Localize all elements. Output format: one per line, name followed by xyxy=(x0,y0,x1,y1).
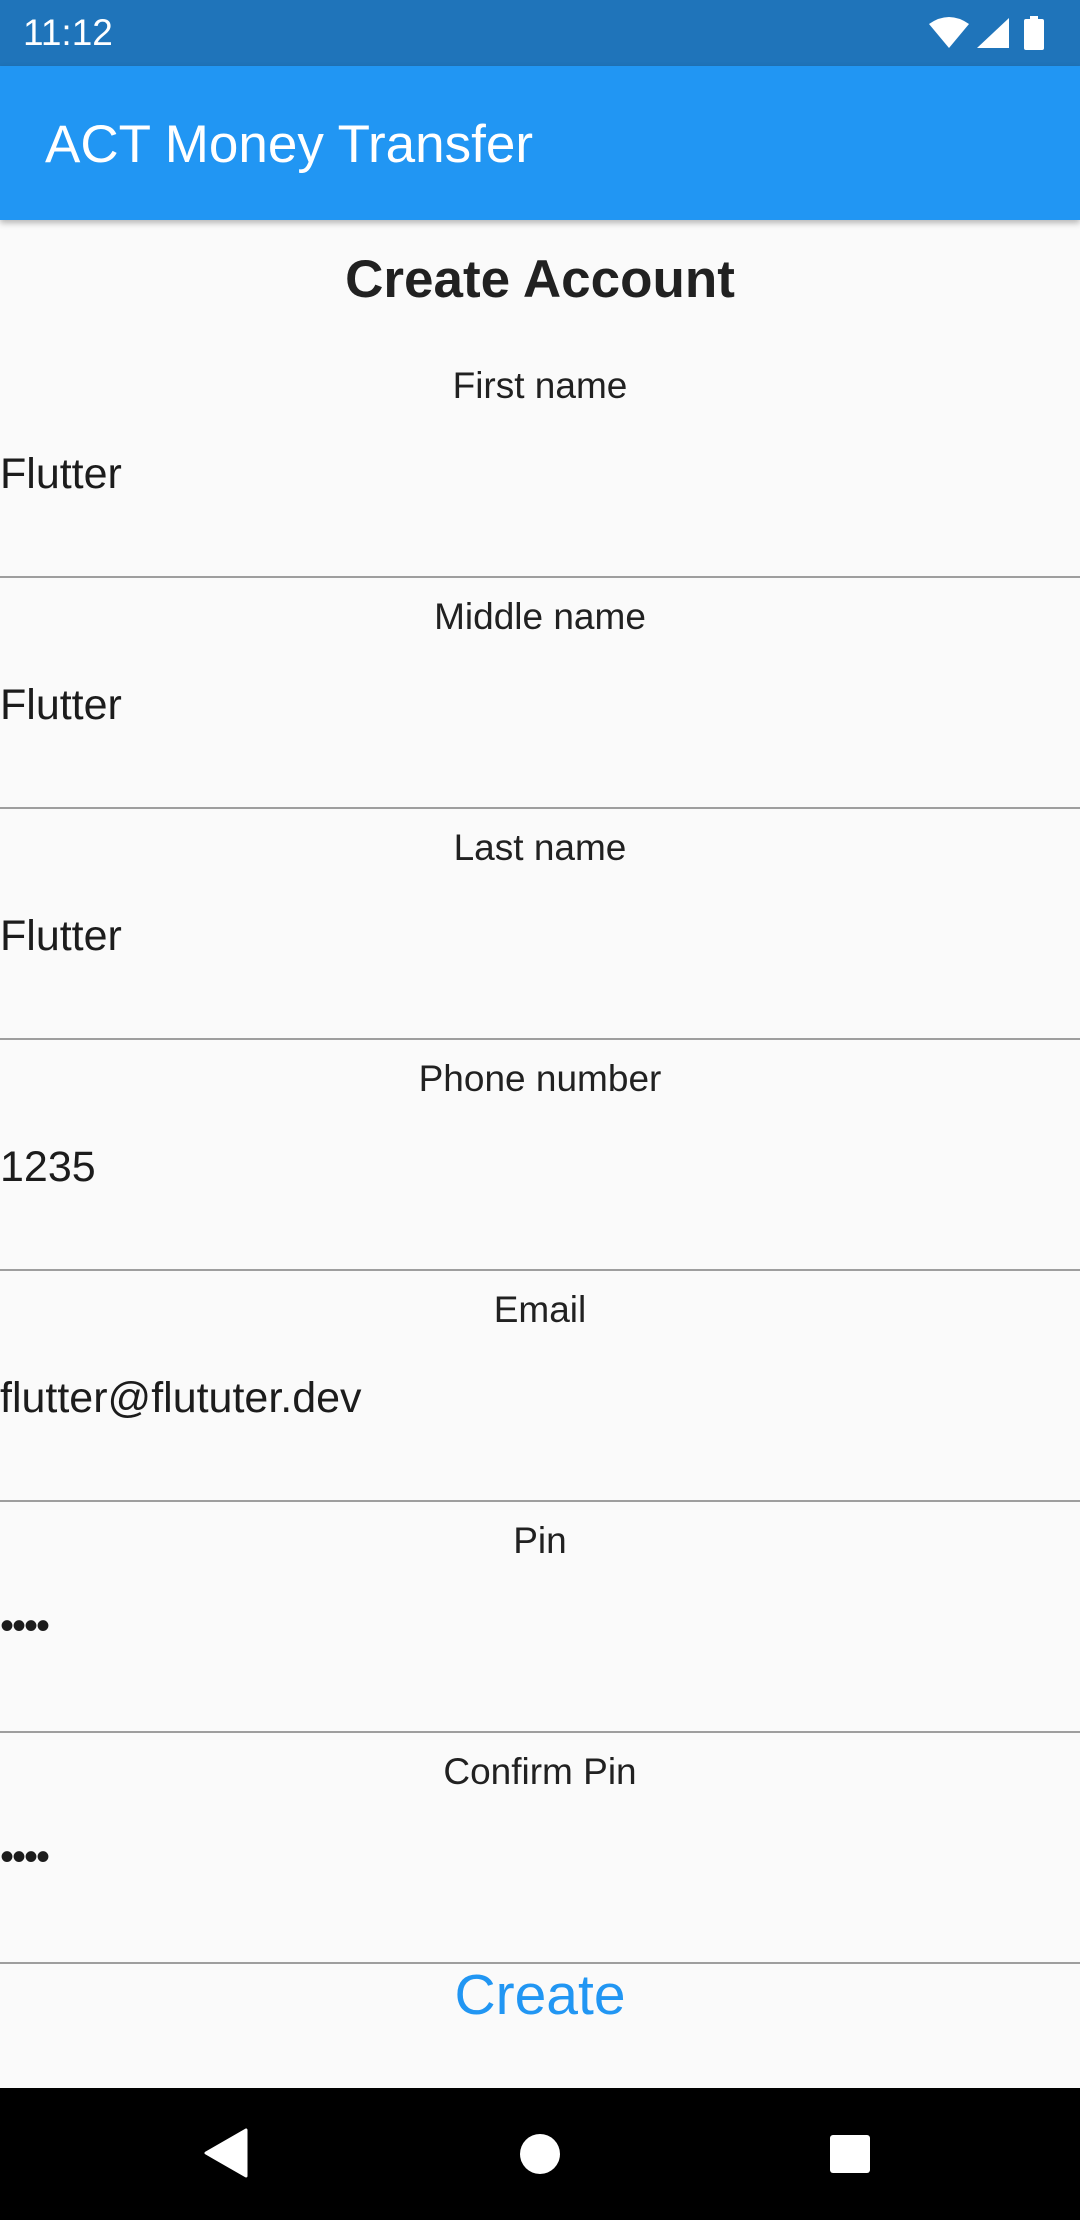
confirm-pin-label: Confirm Pin xyxy=(443,1751,637,1792)
app-title: ACT Money Transfer xyxy=(45,115,533,174)
battery-icon xyxy=(1024,16,1044,50)
cell-signal-icon xyxy=(976,17,1010,49)
wifi-icon xyxy=(928,17,970,49)
status-time: 11:12 xyxy=(23,12,113,53)
app-bar: ACT Money Transfer xyxy=(0,66,1080,220)
pin-field[interactable]: Pin •••• xyxy=(0,1502,1080,1733)
phone-number-input[interactable]: 1235 xyxy=(0,1141,1080,1193)
middle-name-field[interactable]: Middle name Flutter xyxy=(0,578,1080,809)
first-name-field[interactable]: First name Flutter xyxy=(0,347,1080,578)
phone-number-field[interactable]: Phone number 1235 xyxy=(0,1040,1080,1271)
email-input[interactable]: flutter@flututer.dev xyxy=(0,1372,1080,1424)
last-name-label: Last name xyxy=(453,827,627,868)
confirm-pin-field[interactable]: Confirm Pin •••• xyxy=(0,1733,1080,1964)
middle-name-label: Middle name xyxy=(434,596,646,637)
email-field[interactable]: Email flutter@flututer.dev xyxy=(0,1271,1080,1502)
recents-icon[interactable] xyxy=(829,2134,871,2174)
pin-input[interactable]: •••• xyxy=(0,1600,1080,1652)
last-name-input[interactable]: Flutter xyxy=(0,910,1080,962)
back-icon[interactable] xyxy=(204,2128,248,2178)
middle-name-input[interactable]: Flutter xyxy=(0,679,1080,731)
home-icon[interactable] xyxy=(519,2133,561,2175)
last-name-field[interactable]: Last name Flutter xyxy=(0,809,1080,1040)
email-label: Email xyxy=(493,1289,587,1330)
create-button[interactable]: Create xyxy=(300,1935,780,2055)
first-name-input[interactable]: Flutter xyxy=(0,448,1080,500)
status-icons xyxy=(928,14,1044,52)
status-bar: 11:12 xyxy=(0,0,1080,66)
first-name-label: First name xyxy=(452,365,628,406)
confirm-pin-input[interactable]: •••• xyxy=(0,1831,1080,1883)
create-account-form: First name Flutter Middle name Flutter L… xyxy=(0,347,1080,1964)
pin-label: Pin xyxy=(513,1520,567,1561)
navigation-bar xyxy=(0,2088,1080,2220)
phone-number-label: Phone number xyxy=(418,1058,662,1099)
page-title: Create Account xyxy=(345,250,735,309)
